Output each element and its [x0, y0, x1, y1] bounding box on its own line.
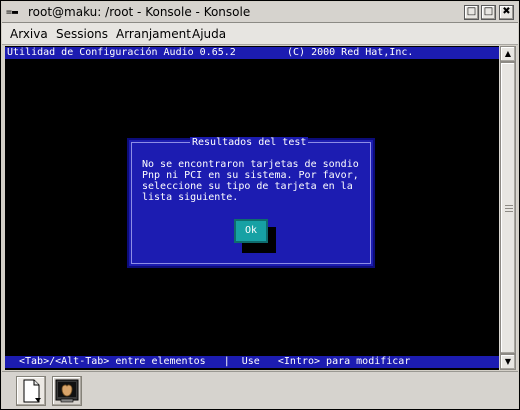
scrollbar-thumb[interactable] — [500, 62, 516, 354]
menu-bar: Arxiva Sessions Arranjament Ajuda — [2, 23, 518, 45]
window-title: root@maku: /root - Konsole - Konsole — [28, 5, 251, 19]
new-session-button[interactable] — [16, 376, 46, 406]
vertical-scrollbar[interactable]: ▲ ▼ — [499, 46, 517, 370]
ok-button[interactable]: Ok — [234, 219, 268, 243]
menu-arranjament[interactable]: Arranjament — [116, 26, 191, 42]
maximize-button[interactable]: □ — [481, 5, 496, 20]
dialog-title: Resultados del test — [190, 137, 309, 148]
copyright-text: (C) 2000 Red Hat,Inc. — [287, 47, 414, 58]
keyboard-hint-text: <Tab>/<Alt-Tab> entre elementos | Use <I… — [19, 356, 411, 367]
menu-ajuda[interactable]: Ajuda — [192, 26, 226, 42]
title-bar[interactable]: =▬ root@maku: /root - Konsole - Konsole … — [2, 2, 518, 23]
scroll-up-arrow-icon[interactable]: ▲ — [500, 46, 516, 62]
app-title-text: Utilidad de Configuración Audio 0.65.2 — [7, 47, 236, 58]
terminal-header-bar: Utilidad de Configuración Audio 0.65.2 (… — [5, 47, 499, 59]
dialog-message: No se encontraron tarjetas de sondio Pnp… — [142, 159, 359, 203]
scrollbar-grip — [505, 205, 513, 206]
close-button[interactable]: ✖ — [499, 5, 514, 20]
scroll-down-arrow-icon[interactable]: ▼ — [500, 354, 516, 370]
menu-sessions[interactable]: Sessions — [56, 26, 108, 42]
menu-arxiva[interactable]: Arxiva — [10, 26, 48, 42]
session-toolbar — [2, 371, 518, 409]
window-menu-icon[interactable]: =▬ — [6, 6, 22, 19]
konsole-session-button[interactable] — [52, 376, 82, 406]
terminal-footer-bar: <Tab>/<Alt-Tab> entre elementos | Use <I… — [5, 356, 499, 368]
dialog-frame: Resultados del test No se encontraron ta… — [131, 137, 371, 264]
test-results-dialog: Resultados del test No se encontraron ta… — [127, 137, 375, 268]
konsole-window: =▬ root@maku: /root - Konsole - Konsole … — [0, 0, 520, 410]
terminal-screen[interactable]: Utilidad de Configuración Audio 0.65.2 (… — [5, 46, 499, 370]
konsole-session-icon — [55, 379, 79, 403]
new-session-icon — [23, 379, 41, 403]
minimize-button[interactable]: □ — [464, 5, 479, 20]
